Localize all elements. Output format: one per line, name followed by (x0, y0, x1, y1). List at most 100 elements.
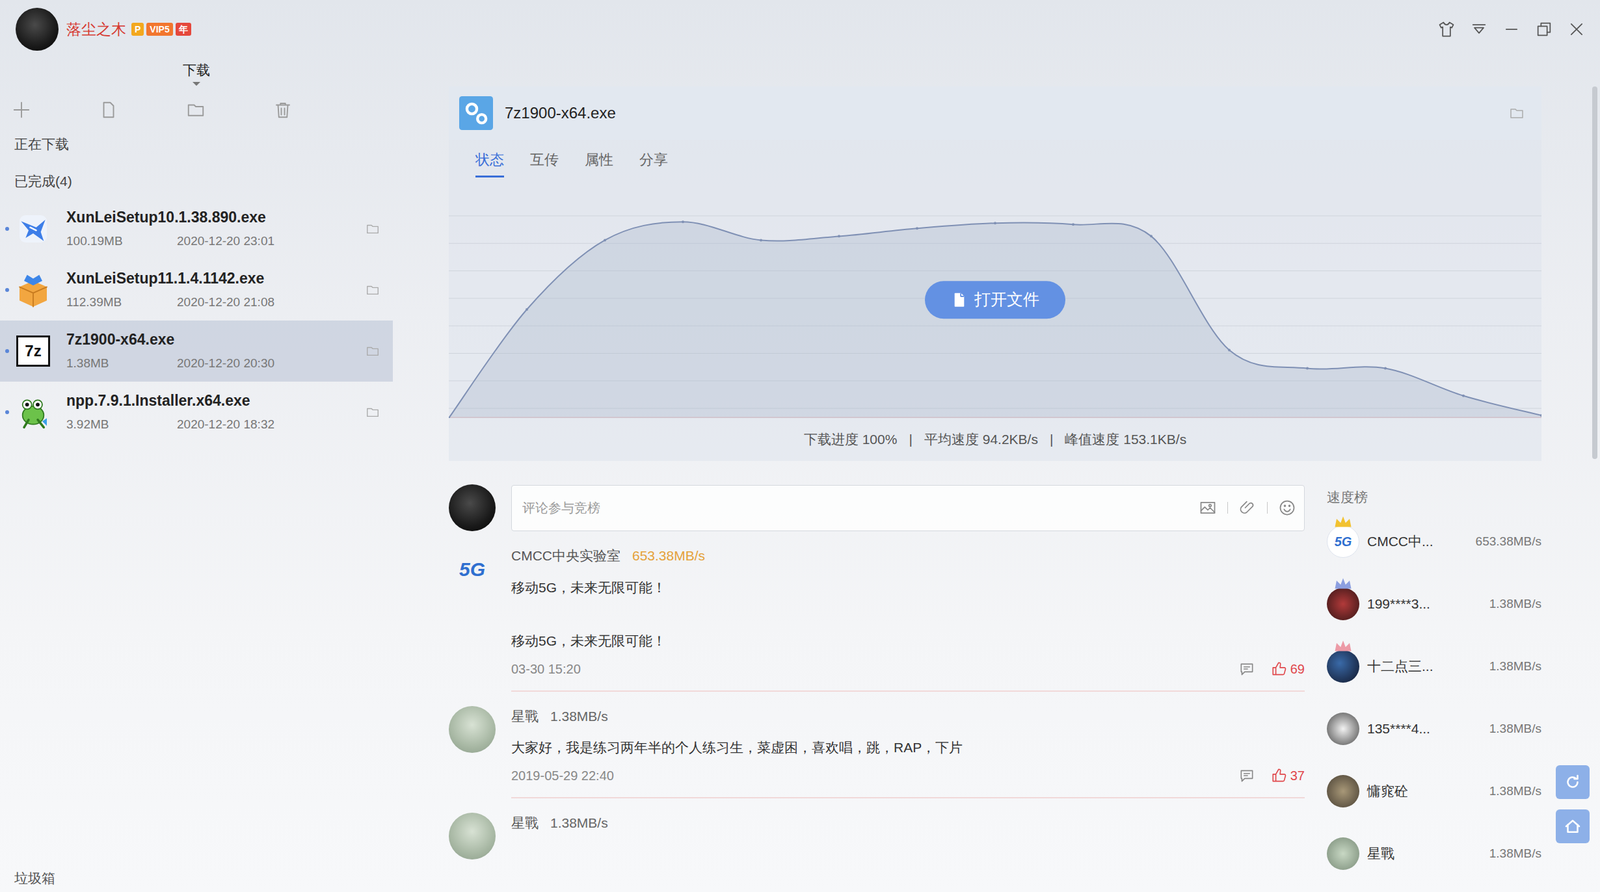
comment-header: 星戰1.38MB/s (511, 813, 1305, 834)
chart-point (681, 220, 685, 224)
badge-group: PVIP5年 (128, 22, 192, 36)
like-button[interactable]: 69 (1270, 659, 1305, 680)
comment-speed: 1.38MB/s (550, 706, 609, 728)
download-stat: 平均速度 94.2KB/s (924, 429, 1039, 451)
scrollbar[interactable] (1592, 86, 1598, 460)
file-date: 2020-12-20 21:08 (176, 293, 275, 313)
skin-icon[interactable] (1437, 20, 1456, 39)
download-item[interactable]: XunLeiSetup10.1.38.890.exe100.19MB2020-1… (0, 198, 393, 260)
ranking-item[interactable]: 5GCMCC中...653.38MB/s (1326, 510, 1542, 574)
status-dot (5, 288, 10, 293)
item-info: XunLeiSetup10.1.38.890.exe100.19MB2020-1… (66, 207, 366, 252)
reply-icon[interactable] (1238, 660, 1256, 678)
thumbs-up-icon (1270, 660, 1288, 678)
emoji-icon[interactable] (1278, 498, 1297, 518)
close-icon[interactable] (1567, 20, 1586, 39)
chart-area: 打开文件 (448, 195, 1542, 419)
file-date: 2020-12-20 23:01 (176, 232, 275, 252)
social-area: 5GCMCC中央实验室653.38MB/s移动5G，未来无限可能！移动5G，未来… (448, 484, 1542, 886)
chart-point (837, 234, 841, 238)
folder-icon[interactable] (365, 405, 380, 420)
download-item[interactable]: npp.7.9.1.Installer.x64.exe3.92MB2020-12… (0, 381, 393, 443)
user-name[interactable]: 落尘之木 (66, 18, 127, 41)
my-avatar (448, 484, 496, 532)
main-content: 7z1900-x64.exe状态互传属性分享打开文件下载进度 100%|平均速度… (392, 58, 1600, 892)
chart-point (1540, 414, 1542, 417)
user-avatar (448, 813, 496, 860)
download-stat: 峰值速度 153.1KB/s (1064, 429, 1187, 451)
minimize-icon[interactable] (1502, 20, 1521, 39)
file-date: 2020-12-20 18:32 (176, 415, 275, 435)
detail-tab[interactable]: 属性 (584, 148, 614, 178)
ranking-item[interactable]: 慵窕砼1.38MB/s (1326, 760, 1542, 823)
comment-body: 星戰 1.38MB/s 大家好，我是练习两年半的个人练习生，菜虚困，喜欢唱，跳，RA… (511, 706, 1305, 800)
download-item[interactable]: XunLeiSetup11.1.4.1142.exe112.39MB2020-1… (0, 259, 393, 321)
ranking-name: 慵窕砼 (1367, 781, 1409, 802)
ranking-speed: 1.38MB/s (1489, 720, 1542, 739)
open-file-label: 打开文件 (974, 287, 1040, 313)
sidebar-section[interactable]: 正在下载 (0, 131, 393, 158)
stat-separator: | (908, 429, 912, 451)
ranking-name: 十二点三... (1367, 656, 1434, 678)
folder-icon[interactable] (1508, 105, 1525, 121)
speed-ranking: 速度榜5GCMCC中...653.38MB/s199****3...1.38MB… (1326, 484, 1542, 886)
home-icon[interactable] (1555, 809, 1590, 844)
detail-tab[interactable]: 互传 (530, 148, 559, 178)
ranking-name: 199****3... (1367, 593, 1431, 615)
comment-body: 星戰1.38MB/s (511, 813, 1305, 860)
user-avatar (1326, 650, 1360, 683)
download-tab[interactable]: 下载 (0, 58, 393, 88)
item-info: 7z1900-x64.exe 1.38MB2020-12-20 20:30 (66, 329, 366, 374)
chart-point (1462, 394, 1465, 398)
comment-text: 大家好，我是练习两年半的个人练习生，菜虚困，喜欢唱，跳，RAP，下片 (511, 734, 1305, 761)
refresh-icon[interactable] (1555, 765, 1590, 800)
folder-icon[interactable] (365, 282, 380, 298)
folder-icon[interactable] (182, 96, 209, 123)
comment-user[interactable]: 星戰 (511, 706, 539, 728)
comment-box (448, 484, 1305, 532)
chart-point (448, 416, 451, 419)
comment-user[interactable]: 星戰 (511, 813, 539, 834)
ranking-item[interactable]: 135****4...1.38MB/s (1326, 697, 1542, 761)
user-avatar (1326, 587, 1360, 621)
ranking-speed: 653.38MB/s (1475, 532, 1542, 552)
open-file-button[interactable]: 打开文件 (924, 280, 1066, 319)
comment-input[interactable] (520, 497, 1189, 519)
dropdown-icon[interactable] (1469, 20, 1489, 39)
image-icon[interactable] (1198, 498, 1217, 518)
folder-icon[interactable] (365, 344, 380, 359)
trash-icon[interactable] (269, 96, 296, 123)
status-dot (5, 349, 10, 354)
fiveg-logo-text: 5G (1334, 532, 1353, 552)
attach-icon[interactable] (1238, 498, 1257, 518)
download-item[interactable]: 7z7z1900-x64.exe1.38MB2020-12-20 20:30 (0, 320, 393, 382)
chart-point (993, 221, 997, 225)
file-meta: 1.38MB2020-12-20 20:30 (66, 354, 366, 374)
comment-divider (511, 690, 1305, 693)
detail-tab[interactable]: 状态 (475, 148, 505, 178)
restore-icon[interactable] (1534, 20, 1554, 39)
chart-point (1227, 348, 1231, 352)
vip-badge: 年 (175, 22, 192, 36)
file-name: 7z1900-x64.exe (66, 329, 366, 350)
ranking-item[interactable]: 199****3...1.38MB/s (1326, 573, 1542, 636)
ranking-item[interactable]: 十二点三...1.38MB/s (1326, 635, 1542, 698)
ranking-item[interactable]: 星戰1.38MB/s (1326, 822, 1542, 886)
tab-arrow (192, 81, 201, 86)
icon-separator (1266, 502, 1268, 514)
detail-tab[interactable]: 分享 (639, 148, 668, 178)
comment-user[interactable]: CMCC中央实验室 (511, 545, 621, 567)
sidebar-section[interactable]: 已完成(4) (0, 168, 393, 195)
like-button[interactable]: 37 (1270, 766, 1305, 786)
file-icon[interactable] (95, 96, 122, 123)
trash-section[interactable]: 垃圾箱 (0, 868, 393, 892)
folder-icon[interactable] (365, 221, 380, 237)
comment-divider (511, 797, 1305, 799)
reply-icon[interactable] (1238, 767, 1256, 785)
file-name: XunLeiSetup11.1.4.1142.exe (66, 268, 366, 289)
file-name: XunLeiSetup10.1.38.890.exe (66, 207, 366, 227)
user-avatar (1326, 775, 1360, 808)
plus-icon[interactable] (8, 96, 35, 123)
user-avatar[interactable] (15, 7, 59, 51)
toolbar (0, 94, 393, 125)
